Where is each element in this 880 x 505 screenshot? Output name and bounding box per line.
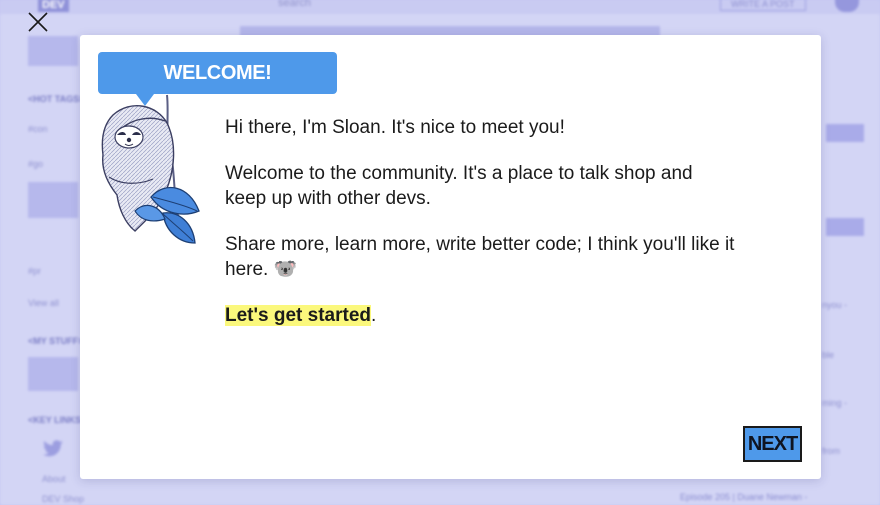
bg-tag: #pr <box>28 266 42 276</box>
bg-rail-snippet: ble <box>822 350 835 360</box>
get-started-highlight: Let's get started <box>225 305 371 326</box>
bg-rail-chip <box>826 124 864 142</box>
bg-view-all: View all <box>28 298 59 308</box>
bg-rail-snippet: ming - <box>822 398 848 408</box>
sloan-mascot-icon <box>95 93 207 245</box>
bg-rail-chip <box>826 218 864 236</box>
welcome-message: Hi there, I'm Sloan. It's nice to meet y… <box>225 115 735 349</box>
bg-search: search <box>278 0 312 9</box>
bg-rail-snippet: from <box>822 446 840 456</box>
bg-rail-snippet: nyou - <box>822 300 848 310</box>
pitch-text: Share more, learn more, write better cod… <box>225 234 735 280</box>
bg-tag: #con <box>28 124 48 134</box>
bg-hot-tags-heading: <HOT TAGS> <box>28 94 85 104</box>
bg-sidebar-block <box>28 182 78 218</box>
bg-shop-link: DEV Shop <box>42 494 85 504</box>
bg-tag: #go <box>28 159 44 169</box>
close-icon <box>26 10 50 34</box>
bg-sidebar-block <box>28 357 78 391</box>
intro-text: Welcome to the community. It's a place t… <box>225 163 693 209</box>
greeting-text: Hi there, I'm Sloan. It's nice to meet y… <box>225 117 565 138</box>
bg-key-links-heading: <KEY LINKS> <box>28 415 87 425</box>
bg-top-nav: DEV search WRITE A POST <box>0 0 880 14</box>
bg-my-stuff-heading: <MY STUFF> <box>28 336 84 346</box>
bg-write-post-button: WRITE A POST <box>720 0 806 11</box>
next-button[interactable]: NEXT <box>743 426 802 462</box>
bg-episode-text: Episode 205 | Duane Newman - <box>680 492 808 502</box>
welcome-modal: WELCOME! Hi there, I'm Sloan. It's nice … <box>80 35 821 479</box>
bg-twitter-icon <box>42 440 64 460</box>
bg-about-link: About <box>42 474 66 484</box>
cta-line: Let's get started. <box>225 303 735 328</box>
close-button[interactable] <box>26 10 50 34</box>
welcome-badge-label: WELCOME! <box>163 62 272 84</box>
cta-suffix: . <box>371 305 377 326</box>
welcome-badge: WELCOME! <box>98 52 337 106</box>
bg-sidebar-block <box>28 36 78 66</box>
bg-avatar <box>835 0 859 12</box>
